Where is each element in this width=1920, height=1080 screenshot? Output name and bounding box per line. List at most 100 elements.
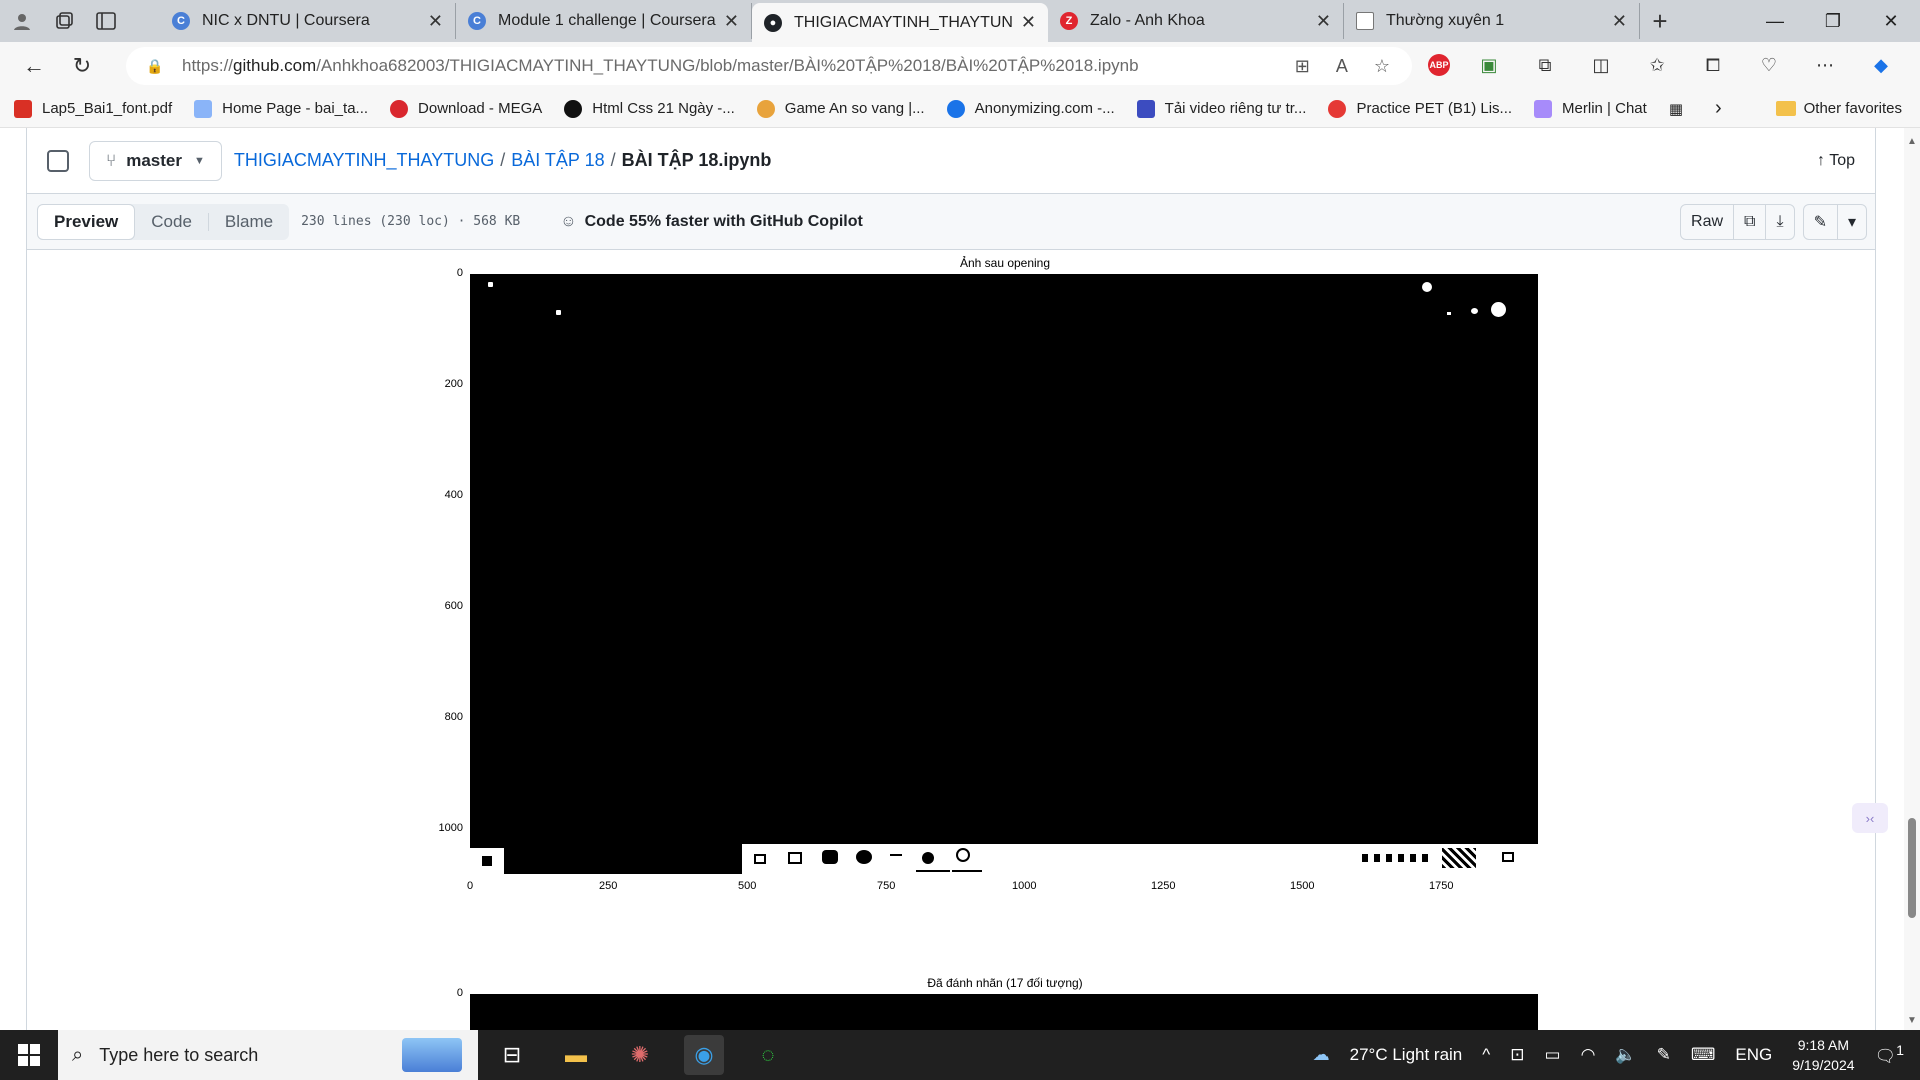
browser-tab[interactable]: C NIC x DNTU | Coursera ✕ (160, 3, 456, 39)
arrow-up-icon: ↑ (1817, 151, 1830, 169)
file-meta: 230 lines (230 loc) · 568 KB (301, 214, 521, 229)
app-green-icon[interactable]: ◌ (748, 1035, 788, 1075)
app-available-icon[interactable]: ⊞ (1295, 56, 1310, 77)
edge-icon[interactable]: ◉ (684, 1035, 724, 1075)
breadcrumb-repo-link[interactable]: THIGIACMAYTINH_THAYTUNG (234, 150, 494, 170)
raw-button[interactable]: Raw (1681, 204, 1735, 239)
tab-code[interactable]: Code (135, 204, 208, 240)
bookmark-item[interactable]: Merlin | Chat (1534, 99, 1647, 118)
chevron-up-icon[interactable]: ^ (1482, 1045, 1490, 1065)
pen-icon[interactable]: ✎ (1657, 1045, 1671, 1065)
extensions-puzzle-icon[interactable]: ⧉ (1528, 48, 1562, 82)
scroll-up-icon[interactable]: ▲ (1907, 136, 1917, 147)
scroll-thumb[interactable] (1908, 818, 1916, 918)
meet-now-icon[interactable]: ⊡ (1510, 1045, 1524, 1065)
favorite-star-icon[interactable]: ☆ (1374, 56, 1390, 77)
weather-icon[interactable]: ☁ (1313, 1045, 1330, 1065)
new-tab-button[interactable]: + (1640, 3, 1680, 39)
bookmark-item[interactable]: Game An so vang |... (756, 99, 925, 118)
close-tab-icon[interactable]: ✕ (1612, 11, 1627, 32)
read-aloud-icon[interactable]: A (1336, 56, 1348, 77)
bookmark-label: Practice PET (B1) Lis... (1356, 100, 1513, 117)
white-toolbar-region (742, 844, 1538, 874)
browser-essentials-icon[interactable]: ♡ (1752, 48, 1786, 82)
figure-title: Đã đánh nhãn (17 đối tượng) (927, 976, 1083, 990)
white-blob (556, 310, 561, 315)
weather-text[interactable]: 27°C Light rain (1350, 1045, 1463, 1065)
copy-icon[interactable]: ⧉ (1734, 204, 1767, 239)
edit-pencil-icon[interactable]: ✎ (1804, 204, 1838, 239)
close-tab-icon[interactable]: ✕ (1316, 11, 1331, 32)
x-tick: 1500 (1290, 880, 1315, 892)
tab-preview[interactable]: Preview (37, 203, 136, 240)
more-menu-icon[interactable]: ⋯ (1808, 48, 1842, 82)
battery-icon[interactable]: ▭ (1545, 1045, 1561, 1065)
volume-icon[interactable]: 🔈 (1615, 1045, 1636, 1065)
notification-icon[interactable]: 🗨1 (1875, 1043, 1904, 1067)
close-window-icon[interactable]: ✕ (1862, 0, 1920, 42)
bookmark-item[interactable]: Download - MEGA (390, 99, 542, 118)
browser-tab-active[interactable]: ● THIGIACMAYTINH_THAYTUNG/B ✕ (752, 3, 1048, 42)
other-favorites[interactable]: Other favorites (1775, 100, 1902, 117)
close-tab-icon[interactable]: ✕ (724, 11, 739, 32)
app-icon[interactable]: ✺ (620, 1035, 660, 1075)
breadcrumb-folder-link[interactable]: BÀI TẬP 18 (511, 150, 604, 170)
split-screen-icon[interactable]: ◫ (1584, 48, 1618, 82)
windows-start-icon[interactable] (0, 1030, 58, 1080)
page-scrollbar[interactable]: ▲ ▼ (1904, 128, 1920, 1030)
vertical-tabs-icon[interactable] (94, 9, 118, 33)
refresh-icon[interactable]: ↻ (58, 46, 106, 86)
language-indicator[interactable]: ENG (1735, 1045, 1772, 1065)
profile-icon[interactable] (10, 9, 34, 33)
calendar-bookmark-icon[interactable]: ▦ (1669, 100, 1683, 118)
branch-selector[interactable]: ⑂ master ▼ (89, 140, 222, 181)
zalo-icon: Z (1060, 12, 1078, 30)
close-tab-icon[interactable]: ✕ (428, 11, 443, 32)
favorites-icon[interactable]: ✩ (1640, 48, 1674, 82)
side-panel-toggle-icon[interactable]: ›‹ (1852, 803, 1888, 833)
close-tab-icon[interactable]: ✕ (1021, 12, 1036, 33)
search-icon: ⌕ (72, 1043, 84, 1066)
bookmark-item[interactable]: Practice PET (B1) Lis... (1328, 99, 1513, 118)
bookmark-item[interactable]: Anonymizing.com -... (946, 99, 1115, 118)
collections-icon[interactable]: ⧠ (1696, 48, 1730, 82)
notification-count: 1 (1896, 1043, 1904, 1060)
chevron-right-icon[interactable]: › (1715, 97, 1722, 120)
bookmark-item[interactable]: Lap5_Bai1_font.pdf (14, 99, 173, 118)
file-toolbar: Preview Code Blame 230 lines (230 loc) ·… (27, 194, 1875, 250)
browser-tab[interactable]: Thường xuyên 1 ✕ (1344, 3, 1640, 39)
minimize-icon[interactable]: — (1746, 0, 1804, 42)
restore-icon[interactable]: ❐ (1804, 0, 1862, 42)
bookmark-item[interactable]: Html Css 21 Ngày -... (564, 99, 735, 118)
tab-blame[interactable]: Blame (209, 204, 289, 240)
top-label: Top (1829, 151, 1855, 169)
bookmark-item[interactable]: Tải video riêng tư tr... (1136, 99, 1306, 118)
browser-tab[interactable]: C Module 1 challenge | Coursera ✕ (456, 3, 752, 39)
sidebar-toggle-icon[interactable] (47, 149, 69, 172)
site-icon (1328, 99, 1347, 118)
top-button[interactable]: ↑ Top (1817, 152, 1855, 170)
workspaces-icon[interactable] (52, 9, 76, 33)
wifi-icon[interactable]: ◠ (1581, 1045, 1596, 1065)
bookmark-item[interactable]: Home Page - bai_ta... (194, 99, 368, 118)
coursera-icon: C (172, 12, 190, 30)
keyboard-icon[interactable]: ⌨ (1691, 1045, 1716, 1065)
extension-icon[interactable]: ▣ (1472, 48, 1506, 82)
copilot-icon[interactable]: ◆ (1864, 48, 1898, 82)
chevron-down-icon[interactable]: ▾ (1838, 205, 1866, 239)
download-icon[interactable]: ⤓ (1766, 205, 1793, 239)
bookmark-label: Lap5_Bai1_font.pdf (42, 100, 173, 117)
back-arrow-icon[interactable]: ← (10, 46, 58, 86)
y-tick: 200 (444, 378, 463, 390)
task-view-icon[interactable]: ⊟ (492, 1035, 532, 1075)
taskbar-search[interactable]: ⌕ Type here to search (58, 1030, 478, 1080)
scroll-down-icon[interactable]: ▼ (1907, 1015, 1917, 1026)
site-icon (564, 99, 583, 118)
adblock-plus-icon[interactable]: ABP (1428, 54, 1450, 76)
clock[interactable]: 9:18 AM 9/19/2024 (1792, 1035, 1854, 1075)
white-blob (1422, 282, 1432, 292)
browser-tab[interactable]: Z Zalo - Anh Khoa ✕ (1048, 3, 1344, 39)
file-explorer-icon[interactable]: ▬ (556, 1035, 596, 1075)
copilot-promo[interactable]: ☺ Code 55% faster with GitHub Copilot (560, 213, 863, 231)
url-field[interactable]: 🔒 https://github.com/Anhkhoa682003/THIGI… (126, 47, 1412, 85)
